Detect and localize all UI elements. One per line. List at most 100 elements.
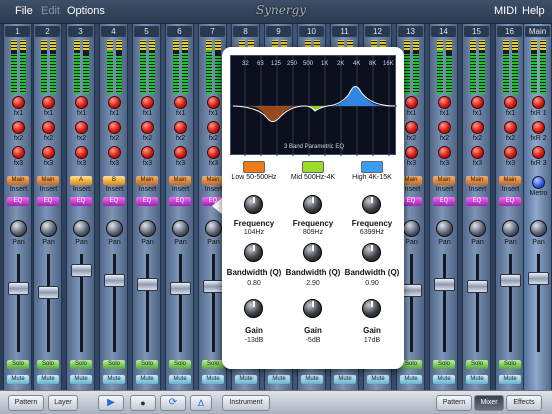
mute-button[interactable]: Mute <box>70 375 92 384</box>
pan-knob[interactable] <box>139 220 156 237</box>
volume-fader[interactable] <box>38 286 59 299</box>
output-route-button[interactable]: Main <box>169 176 191 185</box>
metronome-button[interactable]: ∆ <box>190 395 212 411</box>
mute-button[interactable]: Mute <box>103 375 125 384</box>
high-frequency-knob[interactable] <box>362 195 381 214</box>
fx1-send-knob[interactable] <box>504 96 517 109</box>
menu-help[interactable]: Help <box>522 5 545 17</box>
pan-knob[interactable] <box>73 220 90 237</box>
view-effects-tab[interactable]: Effects <box>506 395 542 411</box>
fx3-send-knob[interactable] <box>12 146 25 159</box>
eq-graph[interactable]: 32 63 125 250 500 1K 2K 4K 8K 16K 3 Band… <box>230 55 397 156</box>
volume-fader[interactable] <box>170 282 191 295</box>
pan-knob[interactable] <box>469 220 486 237</box>
mute-button[interactable]: Mute <box>37 375 59 384</box>
solo-button[interactable]: Solo <box>169 360 191 369</box>
solo-button[interactable]: Solo <box>466 360 488 369</box>
fx3-send-knob[interactable] <box>75 146 88 159</box>
fx2-send-knob[interactable] <box>207 121 220 134</box>
output-route-button[interactable]: Main <box>433 176 455 185</box>
eq-button[interactable]: EQ <box>466 197 488 206</box>
fx1-send-knob[interactable] <box>207 96 220 109</box>
pan-knob[interactable] <box>106 220 123 237</box>
menu-midi[interactable]: MIDI <box>494 5 517 17</box>
master-volume-fader[interactable] <box>528 272 549 285</box>
fx1-send-knob[interactable] <box>75 96 88 109</box>
play-button[interactable]: ▶ <box>98 395 124 411</box>
volume-fader[interactable] <box>500 274 521 287</box>
pattern-button[interactable]: Pattern <box>8 395 44 411</box>
eq-button[interactable]: EQ <box>103 197 125 206</box>
low-frequency-knob[interactable] <box>244 195 263 214</box>
pan-knob[interactable] <box>172 220 189 237</box>
eq-button[interactable]: EQ <box>7 197 29 206</box>
mid-bandwidth-knob[interactable] <box>303 243 322 262</box>
mute-button[interactable]: Mute <box>334 375 356 384</box>
fx1-send-knob[interactable] <box>438 96 451 109</box>
fx1-send-knob[interactable] <box>471 96 484 109</box>
volume-fader[interactable] <box>203 280 224 293</box>
mute-button[interactable]: Mute <box>202 375 224 384</box>
eq-button[interactable]: EQ <box>37 197 59 206</box>
fx-return-2-knob[interactable] <box>532 121 545 134</box>
fx3-send-knob[interactable] <box>42 146 55 159</box>
fx-return-3-knob[interactable] <box>532 146 545 159</box>
fx2-send-knob[interactable] <box>471 121 484 134</box>
fx3-send-knob[interactable] <box>471 146 484 159</box>
high-gain-knob[interactable] <box>362 299 381 318</box>
fx2-send-knob[interactable] <box>174 121 187 134</box>
fx2-send-knob[interactable] <box>405 121 418 134</box>
fx2-send-knob[interactable] <box>108 121 121 134</box>
output-route-button[interactable]: Main <box>7 176 29 185</box>
menu-edit[interactable]: Edit <box>41 5 60 17</box>
fx2-send-knob[interactable] <box>12 121 25 134</box>
low-bandwidth-knob[interactable] <box>244 243 263 262</box>
pan-knob[interactable] <box>502 220 519 237</box>
mute-button[interactable]: Mute <box>235 375 257 384</box>
mute-button[interactable]: Mute <box>466 375 488 384</box>
high-bandwidth-knob[interactable] <box>362 243 381 262</box>
master-pan-knob[interactable] <box>530 220 547 237</box>
solo-button[interactable]: Solo <box>433 360 455 369</box>
fx1-send-knob[interactable] <box>108 96 121 109</box>
mute-button[interactable]: Mute <box>499 375 521 384</box>
pan-knob[interactable] <box>205 220 222 237</box>
band-high-button[interactable] <box>361 161 383 173</box>
eq-button[interactable]: EQ <box>433 197 455 206</box>
record-button[interactable]: ● <box>130 395 156 411</box>
solo-button[interactable]: Solo <box>37 360 59 369</box>
eq-button[interactable]: EQ <box>136 197 158 206</box>
fx1-send-knob[interactable] <box>141 96 154 109</box>
fx3-send-knob[interactable] <box>141 146 154 159</box>
band-mid-button[interactable] <box>302 161 324 173</box>
output-route-button[interactable]: Main <box>466 176 488 185</box>
output-route-button[interactable]: Main <box>37 176 59 185</box>
pan-knob[interactable] <box>10 220 27 237</box>
fx-return-1-knob[interactable] <box>532 96 545 109</box>
view-mixer-tab[interactable]: Mixer <box>474 395 504 411</box>
mute-button[interactable]: Mute <box>136 375 158 384</box>
mute-button[interactable]: Mute <box>400 375 422 384</box>
volume-fader[interactable] <box>104 274 125 287</box>
pan-knob[interactable] <box>436 220 453 237</box>
mute-button[interactable]: Mute <box>301 375 323 384</box>
fx1-send-knob[interactable] <box>42 96 55 109</box>
eq-button[interactable]: EQ <box>499 197 521 206</box>
volume-fader[interactable] <box>467 280 488 293</box>
volume-fader[interactable] <box>434 278 455 291</box>
fx1-send-knob[interactable] <box>174 96 187 109</box>
fx2-send-knob[interactable] <box>504 121 517 134</box>
band-low-button[interactable] <box>243 161 265 173</box>
instrument-button[interactable]: Instrument <box>222 395 270 411</box>
mute-button[interactable]: Mute <box>169 375 191 384</box>
fx3-send-knob[interactable] <box>405 146 418 159</box>
fx3-send-knob[interactable] <box>207 146 220 159</box>
solo-button[interactable]: Solo <box>7 360 29 369</box>
output-route-button[interactable]: Main <box>136 176 158 185</box>
mute-button[interactable]: Mute <box>367 375 389 384</box>
solo-button[interactable]: Solo <box>70 360 92 369</box>
view-pattern-tab[interactable]: Pattern <box>436 395 472 411</box>
mute-button[interactable]: Mute <box>268 375 290 384</box>
fx2-send-knob[interactable] <box>42 121 55 134</box>
menu-options[interactable]: Options <box>67 5 105 17</box>
